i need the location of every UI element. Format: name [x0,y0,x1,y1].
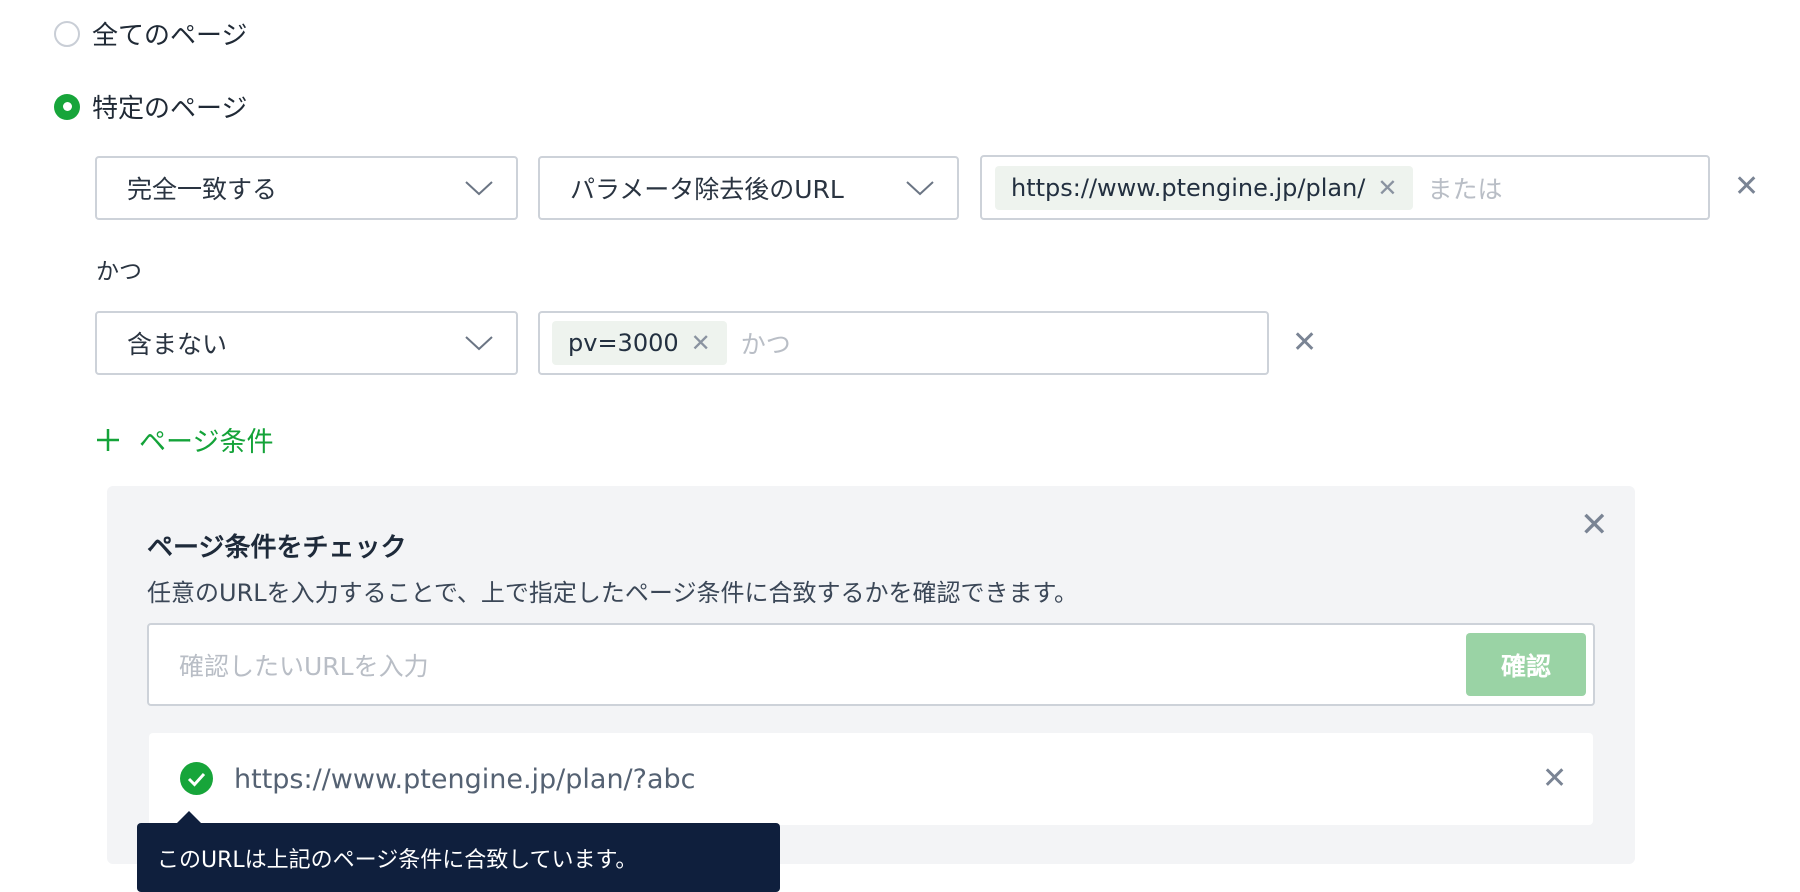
match-type-select-1[interactable]: 完全一致する [95,156,518,220]
check-url-input-placeholder[interactable]: 確認したいURLを入力 [179,647,429,683]
result-close-icon[interactable]: ✕ [1542,764,1567,794]
confirm-button[interactable]: 確認 [1466,633,1586,696]
param-chip-label: pv=3000 [568,329,679,357]
chevron-down-icon [465,336,493,351]
add-page-condition-button[interactable]: ページ条件 [95,420,273,459]
chip-remove-icon[interactable]: ✕ [1377,174,1397,202]
url-chip: https://www.ptengine.jp/plan/ ✕ [995,165,1414,210]
chip-remove-icon[interactable]: ✕ [691,329,711,357]
and-connector: かつ [96,259,142,285]
param-tag-input-placeholder[interactable]: かつ [741,325,791,361]
radio-all-pages[interactable]: 全てのページ [54,15,247,52]
url-chip-label: https://www.ptengine.jp/plan/ [1011,173,1366,202]
checker-close-icon[interactable]: ✕ [1580,508,1609,542]
add-page-condition-label: ページ条件 [139,427,274,458]
check-result-row: https://www.ptengine.jp/plan/?abc ✕ [149,733,1593,825]
radio-all-pages-label: 全てのページ [92,21,248,51]
match-tooltip-text: このURLは上記のページ条件に合致しています。 [157,847,638,873]
match-type-select-2-value: 含まない [127,330,228,359]
checker-description: 任意のURLを入力することで、上で指定したページ条件に合致するかを確認できます。 [147,579,1079,607]
param-tag-input[interactable]: pv=3000 ✕ かつ [538,311,1269,375]
remove-condition-2-close-icon[interactable]: ✕ [1292,328,1317,358]
result-url: https://www.ptengine.jp/plan/?abc [234,763,696,795]
param-chip: pv=3000 ✕ [552,321,727,365]
check-circle-icon [180,762,213,795]
radio-specific-pages-label: 特定のページ [92,94,248,124]
radio-specific-pages[interactable]: 特定のページ [54,88,247,125]
check-url-input[interactable]: 確認したいURLを入力 [147,623,1595,706]
match-type-select-1-value: 完全一致する [127,175,278,204]
match-tooltip: このURLは上記のページ条件に合致しています。 [137,811,780,892]
target-select[interactable]: パラメータ除去後のURL [538,156,959,220]
chevron-down-icon [906,181,934,196]
target-select-value: パラメータ除去後のURL [570,175,844,204]
checker-title: ページ条件をチェック [147,533,407,563]
radio-selected-icon[interactable] [54,93,80,120]
url-tag-input-placeholder[interactable]: または [1427,170,1502,206]
url-tag-input[interactable]: https://www.ptengine.jp/plan/ ✕ または [980,155,1710,220]
remove-condition-1-close-icon[interactable]: ✕ [1734,172,1759,202]
radio-unselected-icon[interactable] [54,20,80,47]
match-type-select-2[interactable]: 含まない [95,311,518,375]
plus-icon [97,428,119,451]
chevron-down-icon [465,181,493,196]
